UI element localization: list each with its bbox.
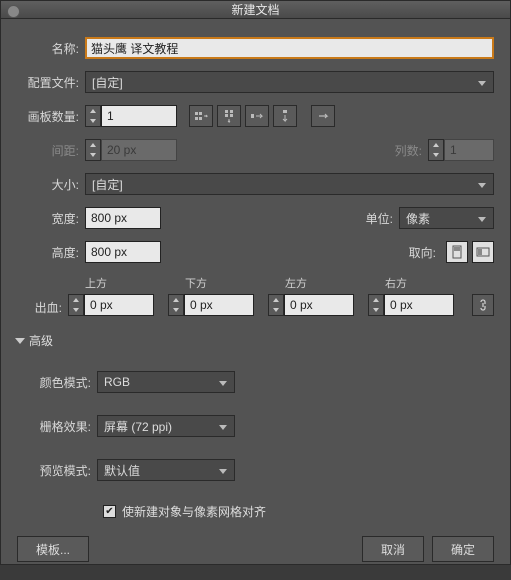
colormode-label: 颜色模式:: [17, 374, 97, 391]
columns-input: [444, 139, 494, 161]
bleed-bottom-header: 下方: [168, 275, 254, 291]
dialog-title: 新建文档: [231, 1, 279, 18]
bleed-left-input[interactable]: [284, 294, 354, 316]
arrange-grid-row-icon[interactable]: [189, 105, 213, 127]
raster-select[interactable]: 屏幕 (72 ppi): [97, 415, 235, 437]
advanced-label: 高级: [29, 332, 53, 349]
link-bleed-button[interactable]: [472, 294, 494, 316]
arrange-col-icon[interactable]: [273, 105, 297, 127]
arrange-row-icon[interactable]: [245, 105, 269, 127]
columns-stepper: [428, 139, 444, 161]
size-select[interactable]: [自定]: [85, 173, 494, 195]
preview-value: 默认值: [104, 462, 140, 479]
bleed-right-input[interactable]: [384, 294, 454, 316]
orientation-landscape-button[interactable]: [472, 241, 494, 263]
content-area: 名称: 配置文件: [自定] 画板数量:: [1, 19, 510, 530]
raster-label: 栅格效果:: [17, 418, 97, 435]
bleed-top-input[interactable]: [84, 294, 154, 316]
chevron-down-icon: [216, 464, 230, 478]
orientation-portrait-button[interactable]: [446, 241, 468, 263]
arrange-grid-col-icon[interactable]: [217, 105, 241, 127]
arrange-rtl-icon[interactable]: [311, 105, 335, 127]
ok-button[interactable]: 确定: [432, 536, 494, 562]
size-value: [自定]: [92, 176, 123, 193]
raster-value: 屏幕 (72 ppi): [104, 418, 172, 435]
units-select[interactable]: 像素: [399, 207, 494, 229]
colormode-select[interactable]: RGB: [97, 371, 235, 393]
new-document-dialog: 新建文档 名称: 配置文件: [自定] 画板数量:: [0, 0, 511, 565]
advanced-section-toggle[interactable]: 高级: [17, 332, 494, 349]
bleed-top-header: 上方: [68, 275, 154, 291]
footer: 模板... 取消 确定: [1, 530, 510, 580]
name-input[interactable]: [85, 37, 494, 59]
columns-label: 列数:: [395, 142, 428, 159]
profile-select[interactable]: [自定]: [85, 71, 494, 93]
cancel-button[interactable]: 取消: [362, 536, 424, 562]
bleed-left-stepper[interactable]: [268, 294, 284, 316]
profile-value: [自定]: [92, 74, 123, 91]
preview-select[interactable]: 默认值: [97, 459, 235, 481]
artboards-stepper[interactable]: [85, 105, 101, 127]
spacing-input: [101, 139, 177, 161]
chevron-down-icon: [475, 76, 489, 90]
chevron-down-icon: [216, 420, 230, 434]
size-label: 大小:: [17, 176, 85, 193]
height-input[interactable]: [85, 241, 161, 263]
bleed-bottom-stepper[interactable]: [168, 294, 184, 316]
width-label: 宽度:: [17, 210, 85, 227]
disclosure-icon: [15, 338, 25, 344]
titlebar: 新建文档: [1, 1, 510, 19]
chevron-down-icon: [216, 376, 230, 390]
bleed-top-stepper[interactable]: [68, 294, 84, 316]
chevron-down-icon: [475, 212, 489, 226]
profile-label: 配置文件:: [17, 74, 85, 91]
align-grid-label: 使新建对象与像素网格对齐: [122, 503, 266, 520]
units-label: 单位:: [366, 210, 399, 227]
bleed-bottom-input[interactable]: [184, 294, 254, 316]
units-value: 像素: [406, 210, 430, 227]
width-input[interactable]: [85, 207, 161, 229]
bleed-right-header: 右方: [368, 275, 454, 291]
bleed-label: 出血:: [17, 299, 68, 316]
artboards-input[interactable]: [101, 105, 177, 127]
artboards-label: 画板数量:: [17, 108, 85, 125]
orientation-label: 取向:: [409, 244, 442, 261]
bleed-left-header: 左方: [268, 275, 354, 291]
spacing-label: 间距:: [17, 142, 85, 159]
height-label: 高度:: [17, 244, 85, 261]
name-label: 名称:: [17, 40, 85, 57]
align-grid-checkbox[interactable]: ✔: [103, 505, 116, 518]
colormode-value: RGB: [104, 375, 130, 389]
preview-label: 预览模式:: [17, 462, 97, 479]
spacing-stepper: [85, 139, 101, 161]
templates-button[interactable]: 模板...: [17, 536, 89, 562]
bleed-right-stepper[interactable]: [368, 294, 384, 316]
chevron-down-icon: [475, 178, 489, 192]
arrange-group: [189, 105, 301, 127]
close-button[interactable]: [7, 5, 20, 18]
